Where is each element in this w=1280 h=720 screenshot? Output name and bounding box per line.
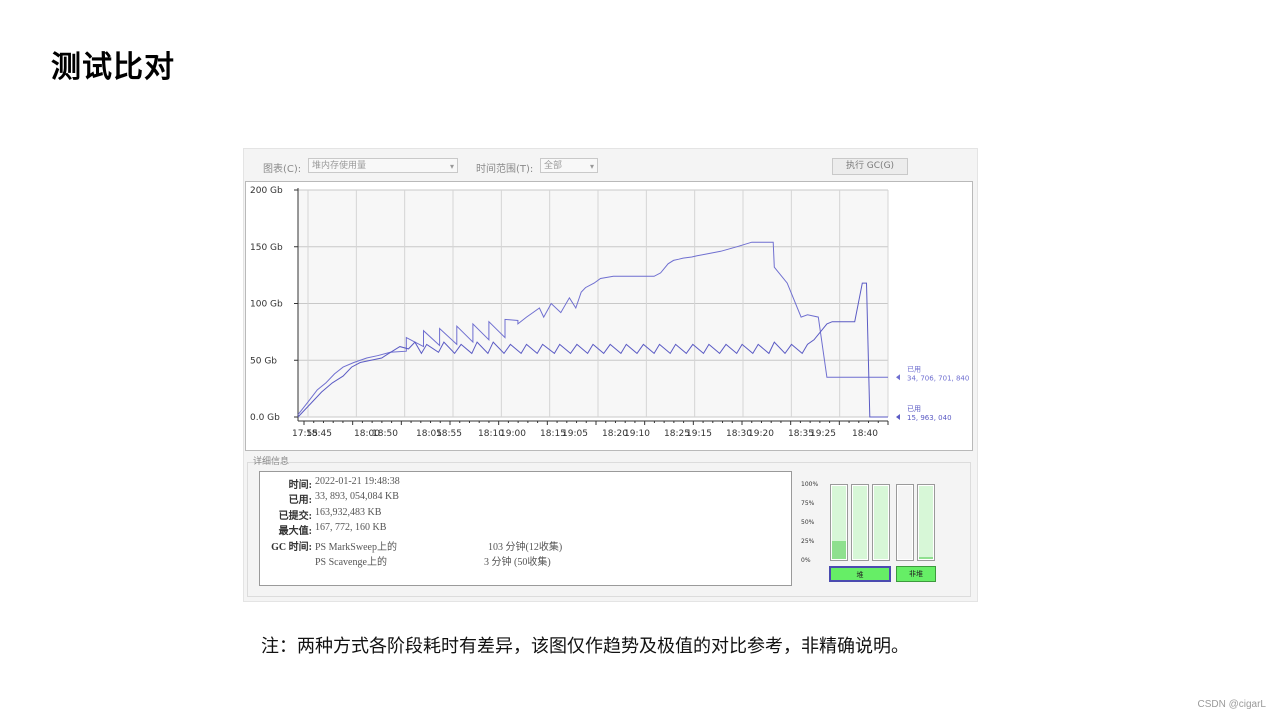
chevron-down-icon: ▾ bbox=[589, 162, 594, 171]
detail-extra: 3 分钟 (50收集) bbox=[484, 557, 551, 568]
x-tick-label: 18:40 bbox=[852, 429, 878, 439]
nonheap-gauge-bar bbox=[917, 484, 935, 561]
series-value-label: 34, 706, 701, 840 bbox=[907, 374, 969, 382]
gauge-tick: 75% bbox=[801, 500, 815, 507]
series-name-label: 已用 bbox=[907, 405, 921, 413]
detail-row: GC 时间: PS MarkSweep上的 103 分钟(12收集) bbox=[260, 538, 780, 553]
monitor-panel: 图表(C): 堆内存使用量 ▾ 时间范围(T): 全部 ▾ 执行 GC(G) 2… bbox=[243, 148, 978, 602]
detail-value: PS MarkSweep上的 bbox=[315, 542, 397, 553]
detail-row: 时间: 2022-01-21 19:48:38 bbox=[260, 476, 780, 491]
gauge-tick: 100% bbox=[801, 481, 819, 488]
heap-usage-chart: 200 Gb 150 Gb 100 Gb 50 Gb 0.0 Gb 17:55 18:45 1… bbox=[245, 181, 973, 451]
series-name-label: 已用 bbox=[907, 365, 921, 373]
detail-label: GC 时间: bbox=[271, 542, 312, 553]
heap-button[interactable]: 堆 bbox=[829, 566, 891, 582]
x-tick-label: 18:50 bbox=[372, 429, 398, 439]
detail-value: 163,932,483 KB bbox=[315, 507, 382, 518]
nonheap-gauge-bar bbox=[896, 484, 914, 561]
gauge-bar-background bbox=[874, 486, 888, 559]
detail-value: 167, 772, 160 KB bbox=[315, 522, 387, 533]
y-tick-label: 200 Gb bbox=[250, 186, 283, 196]
x-tick-label: 19:20 bbox=[748, 429, 774, 439]
detail-value: PS Scavenge上的 bbox=[315, 557, 387, 568]
x-tick-label: 19:15 bbox=[686, 429, 712, 439]
heap-gauge-bar bbox=[830, 484, 848, 561]
gauge-bar-background bbox=[919, 486, 933, 559]
nonheap-button[interactable]: 非堆 bbox=[896, 566, 936, 582]
detail-label: 已用: bbox=[288, 495, 312, 506]
detail-extra: 103 分钟(12收集) bbox=[488, 542, 563, 553]
chart-select-value: 堆内存使用量 bbox=[312, 161, 367, 171]
gauge-tick: 50% bbox=[801, 519, 815, 526]
detail-label: 时间: bbox=[288, 480, 312, 491]
gauge-bar-background bbox=[898, 486, 912, 559]
range-select-value: 全部 bbox=[544, 161, 563, 171]
gauge-tick: 0% bbox=[801, 557, 811, 564]
x-tick-label: 19:05 bbox=[562, 429, 588, 439]
slide-title: 测试比对 bbox=[51, 50, 175, 85]
heap-gauge-bar bbox=[851, 484, 869, 561]
gauge-bar-fill bbox=[919, 556, 933, 559]
chevron-down-icon: ▾ bbox=[449, 162, 454, 171]
gauge-bar-background bbox=[853, 486, 867, 559]
detail-row: 已提交: 163,932,483 KB bbox=[260, 507, 780, 522]
details-box: 时间: 2022-01-21 19:48:38 已用: 33, 893, 054… bbox=[259, 471, 792, 586]
x-tick-label: 19:25 bbox=[810, 429, 836, 439]
y-tick-label: 100 Gb bbox=[250, 300, 283, 310]
chart-select[interactable]: 堆内存使用量 ▾ bbox=[308, 158, 458, 173]
gauge-tick: 25% bbox=[801, 538, 815, 545]
x-tick-label: 18:45 bbox=[306, 429, 332, 439]
watermark: CSDN @cigarL bbox=[1197, 699, 1266, 710]
detail-label: 已提交: bbox=[278, 511, 312, 522]
detail-row: 已用: 33, 893, 054,084 KB bbox=[260, 491, 780, 506]
detail-label: 最大值: bbox=[278, 526, 312, 537]
series-end-marker bbox=[896, 374, 900, 381]
memory-gauges: 100% 75% 50% 25% 0% 堆 非堆 bbox=[793, 471, 973, 586]
series-end-marker bbox=[896, 414, 900, 420]
y-tick-label: 50 Gb bbox=[250, 356, 277, 366]
y-tick-label: 0.0 Gb bbox=[250, 413, 280, 423]
x-tick-label: 19:00 bbox=[500, 429, 526, 439]
details-group: 详细信息 时间: 2022-01-21 19:48:38 已用: 33, 893… bbox=[245, 454, 973, 599]
range-select-label: 时间范围(T): bbox=[476, 164, 534, 175]
footnote: 注：两种方式各阶段耗时有差异，该图仅作趋势及极值的对比参考，非精确说明。 bbox=[261, 636, 909, 657]
gauge-bar-fill bbox=[832, 540, 846, 559]
detail-row: PS Scavenge上的 3 分钟 (50收集) bbox=[260, 553, 780, 568]
details-group-title: 详细信息 bbox=[253, 457, 290, 467]
detail-value: 2022-01-21 19:48:38 bbox=[315, 476, 400, 487]
series-value-label: 15, 963, 040 bbox=[907, 414, 952, 422]
chart-select-label: 图表(C): bbox=[263, 164, 302, 175]
heap-gauge-bar bbox=[872, 484, 890, 561]
chart-toolbar: 图表(C): 堆内存使用量 ▾ 时间范围(T): 全部 ▾ 执行 GC(G) bbox=[244, 149, 977, 181]
x-tick-label: 18:55 bbox=[436, 429, 462, 439]
range-select[interactable]: 全部 ▾ bbox=[540, 158, 598, 173]
heap-usage-chart-svg: 200 Gb150 Gb100 Gb50 Gb0.0 Gb17:5518:45 1… bbox=[250, 186, 969, 439]
x-tick-label: 19:10 bbox=[624, 429, 650, 439]
detail-row: 最大值: 167, 772, 160 KB bbox=[260, 522, 780, 537]
y-tick-label: 150 Gb bbox=[250, 243, 283, 253]
perform-gc-button[interactable]: 执行 GC(G) bbox=[832, 158, 908, 175]
detail-value: 33, 893, 054,084 KB bbox=[315, 491, 399, 502]
